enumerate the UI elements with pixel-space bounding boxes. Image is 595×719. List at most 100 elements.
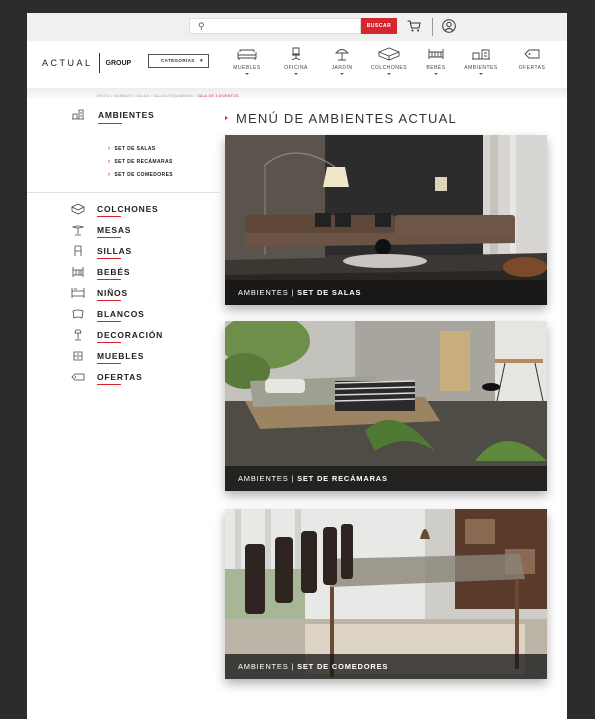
subitem-label: SET DE SALAS xyxy=(114,146,156,152)
nav-indicator xyxy=(434,73,438,75)
nav-indicator xyxy=(245,73,249,75)
underline xyxy=(98,123,122,124)
page-title: MENÚ DE AMBIENTES ACTUAL xyxy=(225,111,457,126)
sidebar-item-ninos[interactable]: NIÑOS xyxy=(71,287,221,303)
underline xyxy=(97,279,121,280)
divider xyxy=(432,18,433,36)
categories-label: CATEGORÍAS xyxy=(161,58,195,63)
room-icon xyxy=(472,49,490,60)
logo[interactable]: ACTUAL GROUP xyxy=(42,53,131,73)
chevron-right-icon: › xyxy=(108,172,111,178)
mattress-icon xyxy=(377,47,401,61)
title-arrow-icon xyxy=(225,116,228,120)
nav-label: BEBÉS xyxy=(426,65,446,71)
nav-label: JARDÍN xyxy=(331,65,353,71)
dresser-icon xyxy=(73,351,83,361)
search-button[interactable]: BUSCAR xyxy=(361,18,397,34)
umbrella-icon xyxy=(335,49,349,61)
main-header: ACTUAL GROUP CATEGORÍAS ▾ MUEBLES OFICIN… xyxy=(27,41,567,89)
sidebar: AMBIENTES › SET DE SALAS › SET DE RECÁMARA… xyxy=(27,101,219,719)
card-set-de-comedores[interactable]: AMBIENTES | SET DE COMEDORES xyxy=(225,509,547,679)
categories-dropdown[interactable]: CATEGORÍAS ▾ xyxy=(148,54,209,68)
logo-word: ACTUAL xyxy=(42,58,93,68)
sidebar-item-label: BEBÉS xyxy=(97,267,131,277)
office-chair-icon xyxy=(291,47,301,61)
subitem-set-de-comedores[interactable]: › SET DE COMEDORES xyxy=(108,172,173,178)
search-icon: ⚲ xyxy=(198,21,205,31)
card-set-de-recamaras[interactable]: AMBIENTES | SET DE RECÁMARAS xyxy=(225,321,547,491)
card-caption: AMBIENTES | SET DE SALAS xyxy=(225,280,547,305)
sidebar-item-label: AMBIENTES xyxy=(98,110,155,120)
subitem-set-de-salas[interactable]: › SET DE SALAS xyxy=(108,146,156,152)
subitem-label: SET DE COMEDORES xyxy=(114,172,174,178)
nav-indicator xyxy=(294,73,298,75)
sidebar-item-label: MESAS xyxy=(97,225,132,235)
card-prefix: AMBIENTES | xyxy=(238,474,295,483)
underline xyxy=(97,342,121,343)
chevron-down-icon: ▾ xyxy=(200,58,203,64)
card-name: SET DE RECÁMARAS xyxy=(297,474,388,483)
sidebar-item-label: OFERTAS xyxy=(97,372,143,382)
sidebar-item-label: MUEBLES xyxy=(97,351,145,361)
search-field[interactable] xyxy=(208,20,360,34)
nav-oficina[interactable]: OFICINA xyxy=(276,47,316,75)
sidebar-item-ofertas[interactable]: OFERTAS xyxy=(71,371,221,387)
sidebar-item-mesas[interactable]: MESAS xyxy=(71,224,221,240)
card-caption: AMBIENTES | SET DE COMEDORES xyxy=(225,654,547,679)
user-icon[interactable] xyxy=(442,19,456,33)
sidebar-item-label: SILLAS xyxy=(97,246,133,256)
chevron-right-icon: › xyxy=(108,159,111,165)
room-icon xyxy=(72,109,84,120)
nav-indicator xyxy=(479,73,483,75)
card-name: SET DE COMEDORES xyxy=(297,662,389,671)
underline xyxy=(97,237,121,238)
table-icon xyxy=(71,225,85,236)
cart-icon[interactable] xyxy=(407,20,421,32)
underline xyxy=(97,300,121,301)
nav-label: COLCHONES xyxy=(370,65,408,71)
sidebar-item-bebes[interactable]: BEBÉS xyxy=(71,266,221,282)
nav-muebles[interactable]: MUEBLES xyxy=(227,47,267,75)
underline xyxy=(97,384,121,385)
tag-icon xyxy=(524,49,540,59)
chevron-right-icon: › xyxy=(108,146,111,152)
nav-label: OFICINA xyxy=(284,65,308,71)
sidebar-item-label: COLCHONES xyxy=(97,204,159,214)
nav-label: OFERTAS xyxy=(518,65,546,71)
card-prefix: AMBIENTES | xyxy=(238,662,295,671)
sidebar-item-muebles[interactable]: MUEBLES xyxy=(71,350,221,366)
card-set-de-salas[interactable]: AMBIENTES | SET DE SALAS xyxy=(225,135,547,305)
underline xyxy=(97,363,121,364)
crib-icon xyxy=(72,267,84,277)
search-input[interactable]: ⚲ xyxy=(189,18,361,34)
sidebar-divider xyxy=(27,192,219,193)
sidebar-item-sillas[interactable]: SILLAS xyxy=(71,245,221,261)
tag-icon xyxy=(71,373,85,381)
bunk-bed-icon xyxy=(71,288,85,298)
logo-divider xyxy=(98,53,100,73)
page-title-text: MENÚ DE AMBIENTES ACTUAL xyxy=(236,111,457,126)
sidebar-item-colchones[interactable]: COLCHONES xyxy=(71,203,221,219)
subitem-label: SET DE RECÁMARAS xyxy=(114,159,173,165)
nav-indicator xyxy=(340,73,344,75)
pillow-icon xyxy=(72,309,84,319)
top-bar: ⚲ BUSCAR xyxy=(27,13,567,41)
nav-bebes[interactable]: BEBÉS xyxy=(416,47,456,75)
nav-label: AMBIENTES xyxy=(464,65,498,71)
breadcrumb: INICIO • MUEBLES • SALAS • SALAS ESQUINE… xyxy=(97,94,239,98)
nav-jardin[interactable]: JARDÍN xyxy=(322,47,362,75)
breadcrumb-path[interactable]: INICIO • MUEBLES • SALAS • SALAS ESQUINE… xyxy=(97,94,196,98)
underline xyxy=(97,321,121,322)
nav-ambientes[interactable]: AMBIENTES xyxy=(461,47,501,75)
sidebar-item-blancos[interactable]: BLANCOS xyxy=(71,308,221,324)
card-prefix: AMBIENTES | xyxy=(238,288,295,297)
logo-group: GROUP xyxy=(105,59,132,67)
chair-icon xyxy=(74,245,82,256)
sidebar-item-label: BLANCOS xyxy=(97,309,145,319)
nav-ofertas[interactable]: OFERTAS xyxy=(512,47,552,71)
nav-colchones[interactable]: COLCHONES xyxy=(369,47,409,75)
breadcrumb-current: SALA DE 3 ASIENTOS xyxy=(197,94,239,98)
sidebar-item-decoracion[interactable]: DECORACIÓN xyxy=(71,329,221,345)
subitem-set-de-recamaras[interactable]: › SET DE RECÁMARAS xyxy=(108,159,173,165)
nav-label: MUEBLES xyxy=(233,65,261,71)
